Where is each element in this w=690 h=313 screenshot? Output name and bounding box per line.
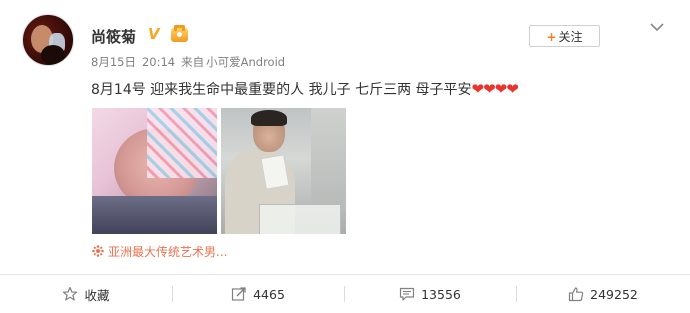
post-text: 8月14号 迎来我生命中最重要的人 我儿子 七斤三两 母子平安❤❤❤❤ (91, 79, 519, 99)
favorite-button[interactable]: 收藏 (0, 275, 172, 313)
like-button[interactable]: 249252 (516, 275, 690, 313)
comment-button[interactable]: 13556 (344, 275, 516, 313)
repost-button[interactable]: 4465 (172, 275, 344, 313)
repost-count: 4465 (253, 286, 285, 302)
follow-button[interactable]: + 关注 (529, 25, 600, 47)
verified-badge-icon: V (148, 25, 160, 43)
location-label: 亚洲最大传统艺术男... (108, 245, 228, 259)
favorite-label: 收藏 (84, 287, 110, 303)
follow-label: 关注 (558, 30, 583, 44)
plus-icon: + (546, 30, 557, 44)
comment-count: 13556 (421, 286, 461, 302)
like-count: 249252 (590, 286, 638, 302)
post-image-baby[interactable] (92, 108, 217, 234)
heart-emojis: ❤❤❤❤ (471, 80, 519, 98)
action-bar: 收藏 4465 13556 249252 (0, 275, 690, 313)
user-avatar[interactable] (22, 14, 74, 66)
post-source[interactable]: 小可爱Android (206, 55, 285, 69)
post-meta: 8月15日 20:14 来自 小可爱Android (91, 54, 291, 70)
username[interactable]: 尚筱菊 (91, 26, 136, 47)
star-icon (63, 286, 78, 301)
comment-icon (400, 287, 415, 301)
source-prefix: 来自 (181, 55, 205, 69)
chevron-down-icon[interactable] (650, 22, 664, 32)
post-body: 8月14号 迎来我生命中最重要的人 我儿子 七斤三两 母子平安 (91, 82, 472, 98)
post-image-father[interactable] (221, 108, 346, 234)
post-time[interactable]: 20:14 (142, 55, 175, 69)
repost-icon (231, 287, 246, 301)
post-date[interactable]: 8月15日 (91, 55, 136, 69)
location-link[interactable]: 亚洲最大传统艺术男... (92, 243, 227, 260)
weibo-post-card: 尚筱菊 V 8月15日 20:14 来自 小可爱Android + 关注 8月14号 迎… (0, 0, 690, 275)
location-icon (92, 245, 104, 257)
member-badge-icon[interactable] (171, 25, 188, 42)
thumbs-up-icon (569, 287, 584, 302)
